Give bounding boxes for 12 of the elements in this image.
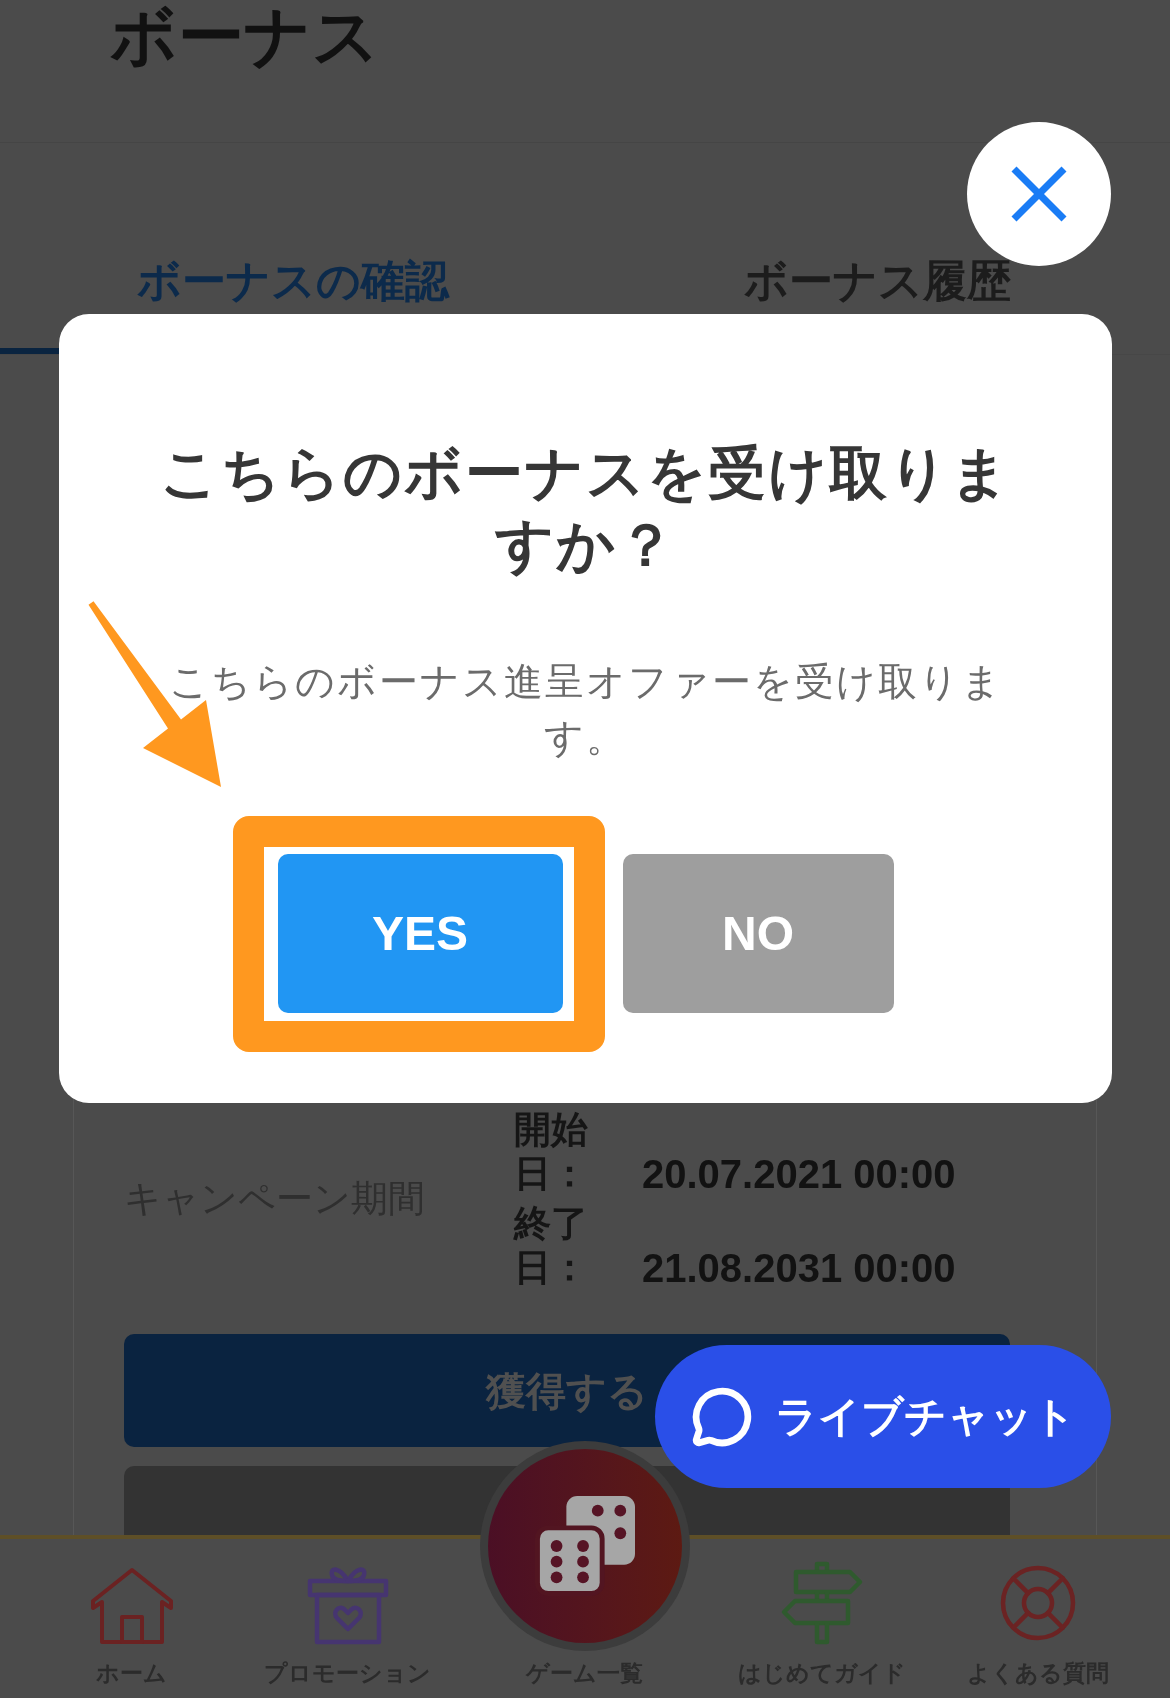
dialog-title: こちらのボーナスを受け取りますか？ (159, 439, 1012, 579)
house-icon (89, 1567, 174, 1645)
dialog-message: こちらのボーナス進呈オファーを受け取ります。 (167, 659, 1004, 761)
confirm-button[interactable]: YES (277, 854, 563, 1013)
cancel-button[interactable]: NO (622, 854, 894, 1013)
live-chat-overlay[interactable]: ライブチャット (655, 1345, 1111, 1488)
chat-bubble-icon (690, 1385, 753, 1448)
signpost-icon (780, 1561, 865, 1645)
close-icon (1011, 166, 1067, 222)
date-value: 21.08.2031 00:00 (642, 1246, 956, 1290)
page-title: ボーナス (110, 0, 380, 73)
date-value: 20.07.2021 00:00 (642, 1152, 956, 1196)
